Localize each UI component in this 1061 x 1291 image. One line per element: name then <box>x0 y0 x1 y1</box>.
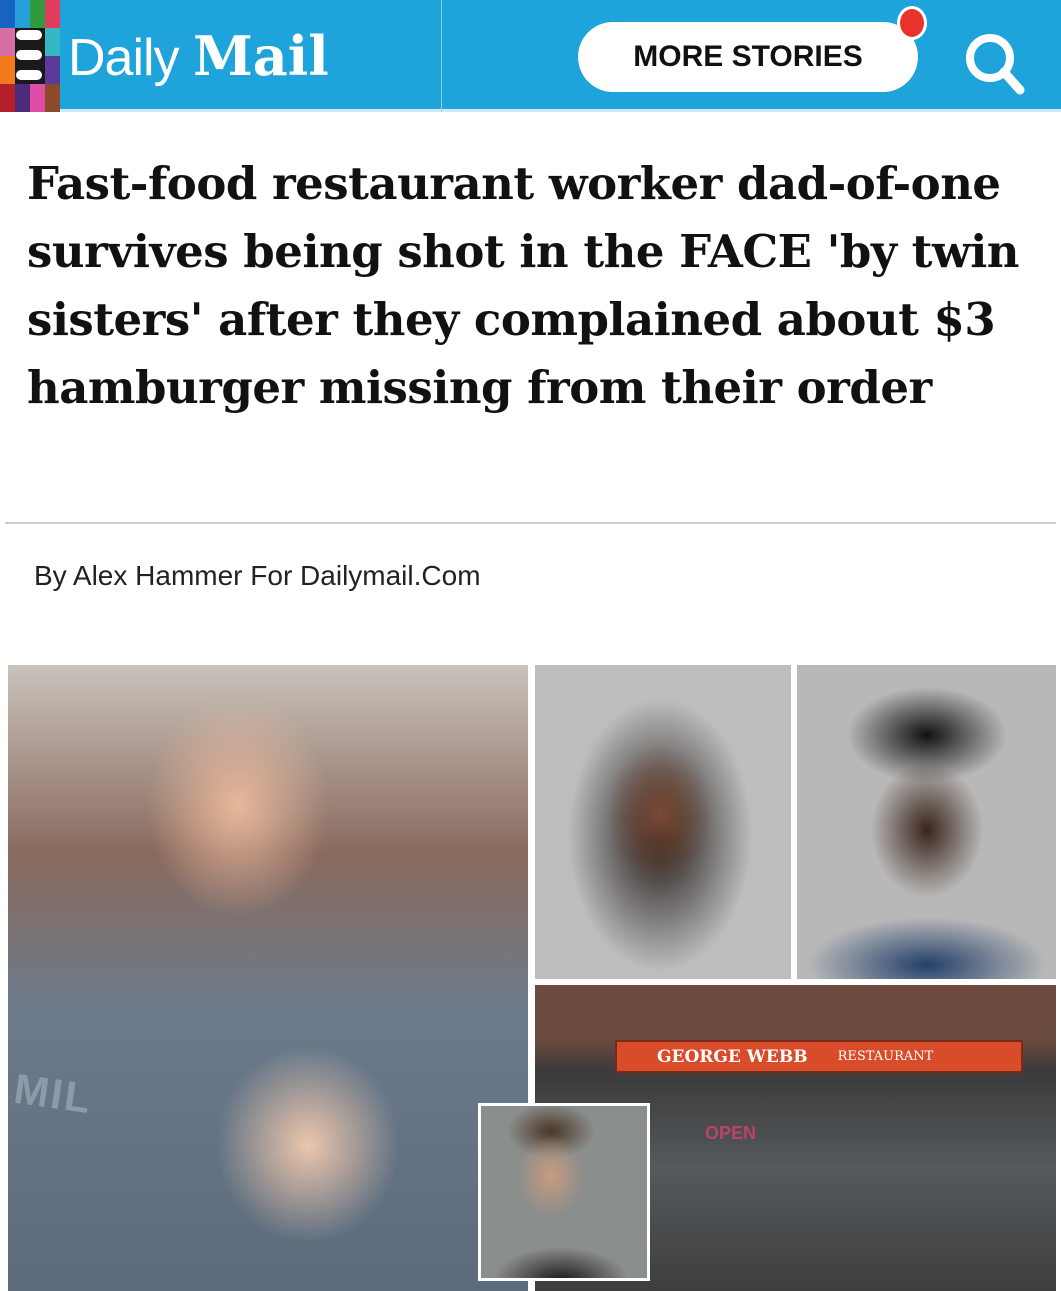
restaurant-sign: GEORGE WEBB RESTAURANT <box>615 1040 1023 1073</box>
daily-mail-logo[interactable]: Daily Mail <box>68 26 329 88</box>
logo-tile <box>0 28 15 56</box>
logo-tile <box>0 84 15 112</box>
logo-tile <box>45 56 60 84</box>
header-divider <box>441 0 442 112</box>
logo-tile <box>30 84 45 112</box>
article-byline: By Alex Hammer For Dailymail.Com <box>34 560 481 591</box>
hamburger-menu-icon[interactable] <box>16 30 42 80</box>
site-header: Daily Mail MORE STORIES <box>0 0 1061 112</box>
logo-tile <box>45 84 60 112</box>
photo-mugshot-sister-1 <box>535 665 791 979</box>
logo-tile <box>0 56 15 84</box>
photo-mugshot-sister-2 <box>797 665 1056 979</box>
logo-tile <box>45 28 60 56</box>
logo-tile <box>15 84 30 112</box>
logo-tile <box>45 0 60 28</box>
more-stories-button[interactable]: MORE STORIES <box>578 22 918 92</box>
search-icon[interactable] <box>960 30 1030 95</box>
article-headline: Fast-food restaurant worker dad-of-one s… <box>27 157 1020 414</box>
open-sign: OPEN <box>705 1123 757 1143</box>
logo-tile <box>30 0 45 28</box>
logo-tile <box>0 0 15 28</box>
divider <box>5 522 1056 524</box>
shirt-text: MIL <box>11 1064 96 1123</box>
photo-victim-inset <box>478 1103 650 1281</box>
logo-tile <box>15 0 30 28</box>
notification-dot <box>897 6 927 40</box>
photo-father-with-baby: MIL <box>8 665 528 1291</box>
